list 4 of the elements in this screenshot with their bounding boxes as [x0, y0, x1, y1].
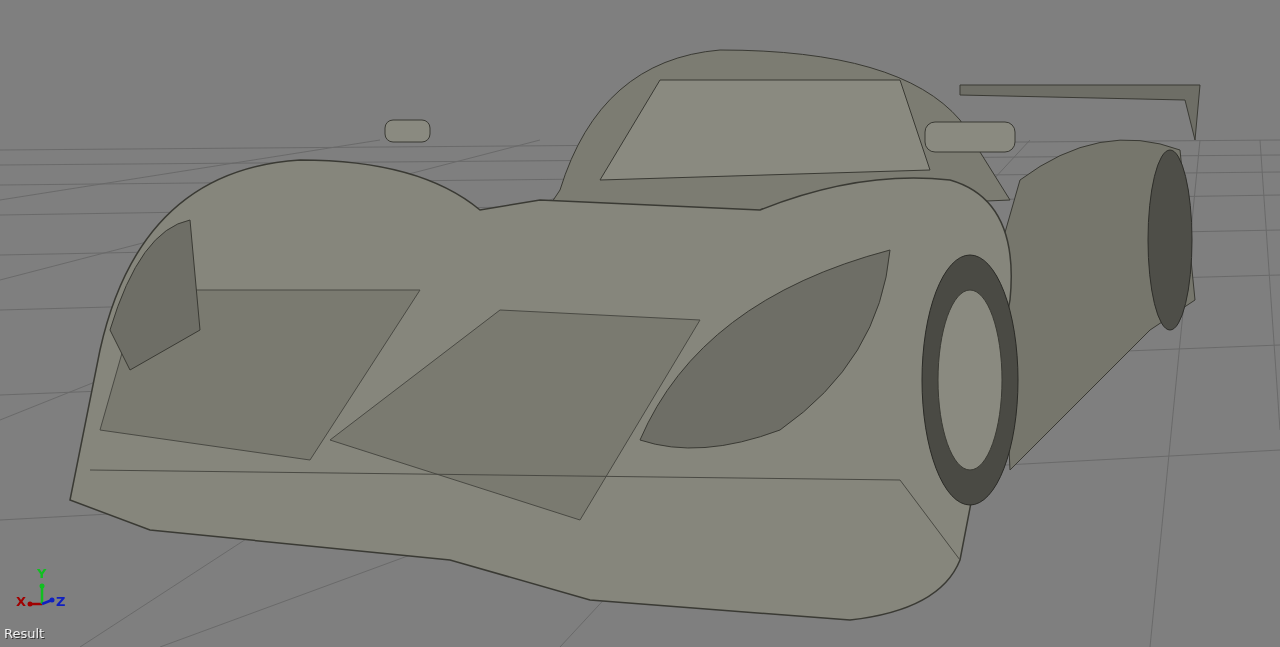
axis-label: Z: [56, 594, 66, 609]
axis-label: Y: [37, 566, 47, 581]
axis-label: X: [16, 594, 27, 609]
viewport-label: Result: [4, 626, 45, 641]
